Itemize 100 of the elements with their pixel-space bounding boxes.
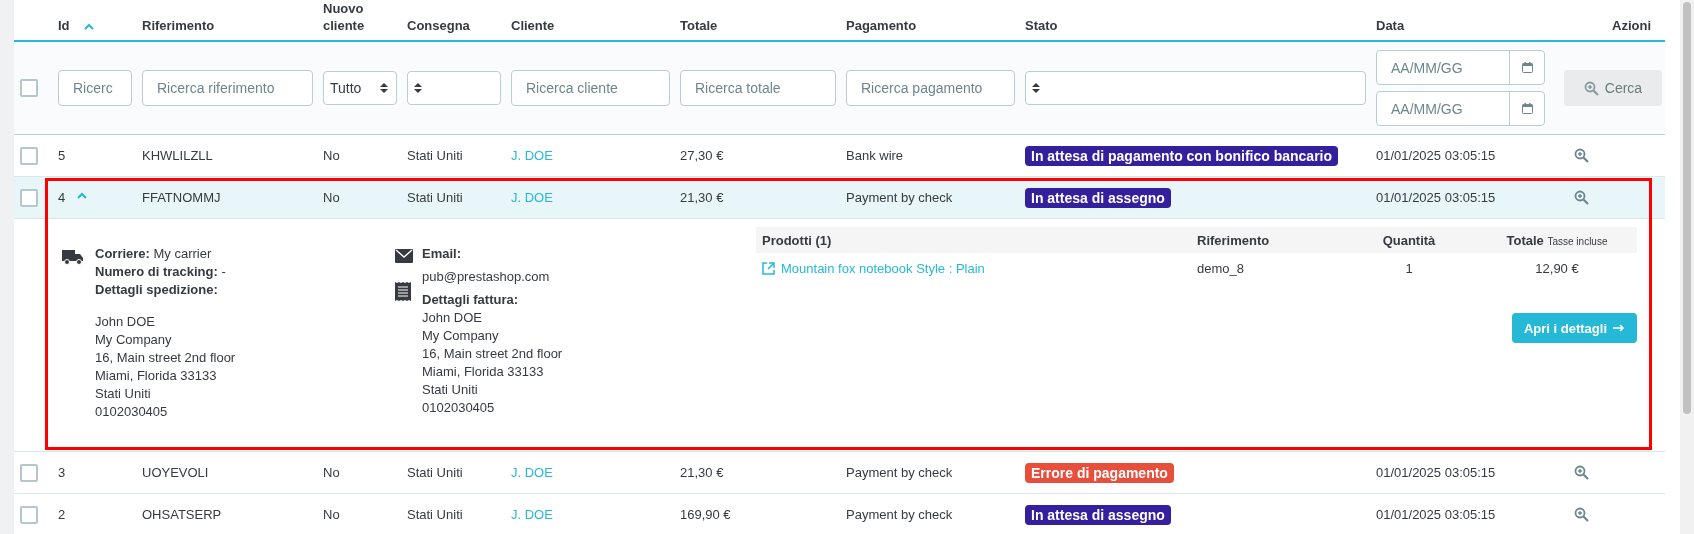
- table-cell-text: Payment by check: [846, 190, 954, 205]
- table-cell-text: Stati Uniti: [407, 465, 464, 480]
- zoom-in-icon[interactable]: [1574, 465, 1589, 480]
- search-field[interactable]: Ricerca pagamento: [846, 70, 1015, 106]
- address-line: 16, Main street 2nd floor: [95, 349, 237, 367]
- table-cell: 3: [58, 465, 66, 480]
- envelope-icon: [395, 249, 413, 263]
- status-badge: Errore di pagamento: [1025, 462, 1174, 483]
- zoom-in-icon[interactable]: [1574, 148, 1589, 163]
- column-header[interactable]: Pagamento: [846, 17, 917, 34]
- status-badge: In attesa di assegno: [1025, 187, 1171, 208]
- table-cell-text: KHWLILZLL: [142, 148, 214, 163]
- address-line: 0102030405: [422, 399, 496, 417]
- table-cell-text: No: [323, 507, 341, 522]
- calendar-icon: [1521, 103, 1533, 114]
- status-badge: In attesa di pagamento con bonifico bancario: [1025, 145, 1339, 166]
- address-line: John DOE: [422, 309, 483, 327]
- row-checkbox[interactable]: [20, 188, 38, 207]
- column-header[interactable]: Riferimento: [142, 17, 215, 34]
- table-cell-text: 169,90 €: [680, 507, 732, 522]
- table-cell-text: Stati Uniti: [407, 190, 464, 205]
- table-cell-text: OHSATSERP: [142, 507, 223, 522]
- address-line: John DOE: [95, 313, 156, 331]
- table-cell-text: 1: [1404, 260, 1413, 276]
- truck-icon: [62, 249, 84, 265]
- zoom-in-icon[interactable]: [1574, 190, 1589, 205]
- column-header: Quantità: [1381, 232, 1436, 248]
- column-header[interactable]: Id: [58, 17, 70, 34]
- search-field[interactable]: Ricerca cliente: [511, 70, 670, 106]
- column-header[interactable]: Azioni: [1612, 17, 1651, 34]
- table-cell-text: demo_8: [1196, 260, 1245, 276]
- address-line: Stati Uniti: [95, 385, 152, 403]
- table-cell-text: UOYEVOLI: [142, 465, 210, 480]
- table-cell: 4: [58, 190, 66, 205]
- carrier-text: Corriere: My carrier: [95, 245, 213, 263]
- tracking-text: Numero di tracking: -: [95, 263, 227, 281]
- email-text: pub@prestashop.com: [422, 268, 551, 286]
- shipping-details-label: Dettagli spedizione:: [95, 281, 219, 299]
- address-line: My Company: [95, 331, 173, 349]
- dropdown[interactable]: [407, 71, 501, 105]
- column-header[interactable]: Consegna: [407, 17, 470, 34]
- column-header: Prodotti (1): [761, 232, 833, 248]
- table-cell-text: Stati Uniti: [407, 507, 464, 522]
- row-checkbox[interactable]: [20, 505, 38, 524]
- select-arrows-icon: [380, 82, 388, 94]
- address-line: Miami, Florida 33133: [95, 367, 218, 385]
- table-cell-text: 01/01/2025 03:05:15: [1376, 465, 1497, 480]
- table-cell-text: 01/01/2025 03:05:15: [1376, 507, 1497, 522]
- address-line: Miami, Florida 33133: [422, 363, 545, 381]
- table-cell-text: No: [323, 190, 341, 205]
- row-checkbox[interactable]: [20, 463, 38, 482]
- column-header[interactable]: Nuovo cliente: [323, 0, 383, 34]
- column-header[interactable]: Data: [1376, 17, 1405, 34]
- arrow-icon: [1613, 324, 1625, 332]
- address-line: 0102030405: [95, 403, 169, 421]
- table-cell-text: 21,30 €: [680, 190, 725, 205]
- external-link-icon: [762, 261, 775, 275]
- checkbox[interactable]: [20, 79, 38, 97]
- collapse-caret-icon: [77, 192, 88, 199]
- table-cell-text: Payment by check: [846, 507, 954, 522]
- scrollbar[interactable]: [1680, 0, 1694, 534]
- table-cell-text: 01/01/2025 03:05:15: [1376, 148, 1497, 163]
- row-checkbox[interactable]: [20, 146, 38, 165]
- table-cell-text: No: [323, 148, 341, 163]
- invoice-details-label: Dettagli fattura:: [422, 291, 520, 309]
- date-field[interactable]: AA/MM/GG: [1376, 50, 1545, 85]
- address-line: My Company: [422, 327, 500, 345]
- select-arrows-icon: [414, 82, 422, 94]
- column-header[interactable]: Stato: [1025, 17, 1058, 34]
- table-cell-text: 01/01/2025 03:05:15: [1376, 190, 1497, 205]
- sort-caret-icon: [83, 23, 94, 30]
- table-cell: 5: [58, 148, 66, 163]
- table-cell-text: Stati Uniti: [407, 148, 464, 163]
- email-label: Email:: [422, 245, 462, 263]
- column-header: Riferimento: [1196, 232, 1271, 248]
- table-cell-text: No: [323, 465, 341, 480]
- receipt-icon: [395, 282, 411, 301]
- address-line: 16, Main street 2nd floor: [422, 345, 564, 363]
- table-cell-text: 27,30 €: [680, 148, 725, 163]
- search-field[interactable]: Ricerc: [58, 70, 132, 106]
- table-cell-text: 12,90 €: [1534, 260, 1579, 276]
- table-cell-text: 21,30 €: [680, 465, 725, 480]
- tax-note: Tasse incluse: [1547, 235, 1608, 247]
- search-field[interactable]: Ricerca riferimento: [142, 70, 313, 106]
- table-cell: 2: [58, 507, 66, 522]
- search-field[interactable]: Ricerca totale: [680, 70, 836, 106]
- table-cell-text: Bank wire: [846, 148, 905, 163]
- date-field[interactable]: AA/MM/GG: [1376, 91, 1545, 126]
- dropdown[interactable]: Tutto: [323, 71, 397, 105]
- column-header[interactable]: Cliente: [511, 17, 555, 34]
- select-arrows-icon: [1032, 82, 1040, 94]
- table-cell-text: Payment by check: [846, 465, 954, 480]
- address-line: Stati Uniti: [422, 381, 479, 399]
- column-header[interactable]: Totale: [680, 17, 718, 34]
- status-badge: In attesa di assegno: [1025, 504, 1171, 525]
- zoom-in-icon[interactable]: [1574, 507, 1589, 522]
- column-header: Totale: [1506, 232, 1544, 248]
- table-cell-text: FFATNOMMJ: [142, 190, 222, 205]
- dropdown[interactable]: [1025, 71, 1366, 105]
- calendar-icon: [1521, 62, 1533, 73]
